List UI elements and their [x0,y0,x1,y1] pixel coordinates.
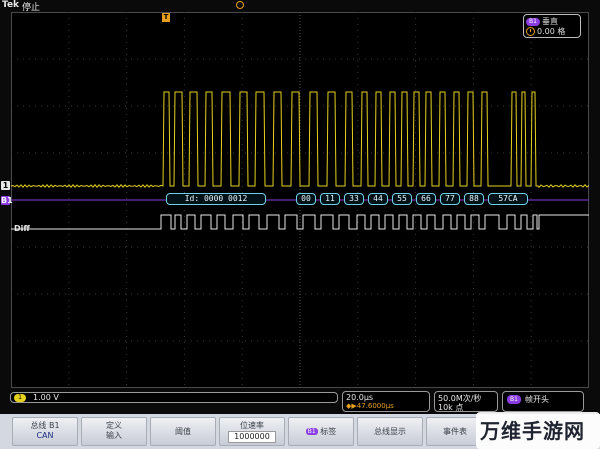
time-offset-value: ◆▶47.6000μs [346,402,394,410]
bus-data-byte: 77 [440,193,460,205]
diff-trace-label: Diff [14,224,30,233]
bus-display-label: 总线显示 [374,427,406,436]
bitrate-title: 位速率 [240,421,264,430]
bus-data-byte: 33 [344,193,364,205]
trigger-panel[interactable]: B1 帧开头 [502,391,584,412]
bus-type-value: CAN [36,431,54,440]
ch1-scale-panel[interactable]: 1 1.00 V [10,392,338,403]
bus-data-byte: 00 [296,193,316,205]
define-inputs-line1: 定义 [106,421,122,430]
record-length-value: 10k 点 [438,403,464,412]
threshold-label: 阈值 [175,427,191,436]
bus-display-button[interactable]: 总线显示 [357,417,423,446]
timebase-panel[interactable]: 20.0μs ◆▶47.6000μs [342,391,430,412]
watermark-logo: 万维手游网 [476,412,600,449]
label-bus-badge: B1 [305,428,318,435]
threshold-button[interactable]: 阈值 [150,417,216,446]
vertical-position-readout: B1 垂直 0.00 格 [523,14,581,38]
acquisition-panel[interactable]: 50.0M次/秒 10k 点 [434,391,498,412]
bus-id-label: Id: 0000 0012 [166,193,266,205]
readout-vertical-value: 0.00 格 [537,27,566,36]
horizontal-position-icon [236,1,244,9]
bitrate-value: 1000000 [228,431,276,443]
watermark-text: 万维手游网 [480,419,585,443]
define-inputs-line2: 输入 [106,431,122,440]
time-scale-value: 20.0μs [346,393,374,402]
bus-type-button[interactable]: 总线 B1 CAN [12,417,78,446]
define-inputs-button[interactable]: 定义 输入 [81,417,147,446]
bus-crc-label: 57CA [488,193,528,205]
ch1-scale-value: 1.00 V [33,393,59,402]
knob-icon [526,27,535,36]
bus-data-byte: 55 [392,193,412,205]
bus-data-byte: 11 [320,193,340,205]
ch1-ground-marker[interactable]: 1 [1,181,10,190]
bus-data-byte: 66 [416,193,436,205]
top-status-bar: Tek 停止 [0,0,600,13]
ch1-chip: 1 [14,394,26,402]
bus-data-byte: 44 [368,193,388,205]
bus-b1-marker[interactable]: B1 [1,196,13,205]
bitrate-button[interactable]: 位速率 1000000 [219,417,285,446]
trigger-source-chip: B1 [507,395,521,404]
label-button[interactable]: B1 标签 [288,417,354,446]
label-text: 标签 [320,427,337,436]
bus-type-title: 总线 B1 [30,421,60,430]
brand-logo: Tek [2,0,20,10]
readout-bus-badge: B1 [526,17,540,26]
trigger-position-marker[interactable]: T [162,13,170,22]
trigger-type-label: 帧开头 [525,395,549,404]
bus-data-byte: 88 [464,193,484,205]
